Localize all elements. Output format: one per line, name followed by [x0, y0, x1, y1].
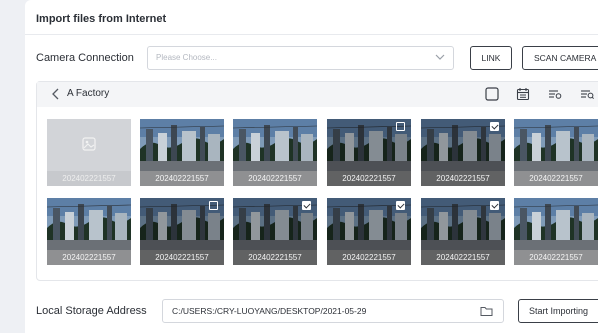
- chevron-left-icon[interactable]: [51, 88, 61, 100]
- thumbnail-caption: 202402221557: [140, 250, 224, 265]
- thumbnail-item[interactable]: 202402221557: [140, 198, 224, 265]
- chevron-down-icon: [435, 54, 445, 60]
- dialog-title: Import files from Internet: [36, 13, 167, 25]
- thumbnail-caption: 202402221557: [327, 171, 411, 186]
- select-checkbox-checked[interactable]: [396, 201, 405, 210]
- factory-photo: [514, 119, 598, 171]
- folder-name: A Factory: [67, 88, 110, 99]
- factory-photo: [140, 119, 224, 171]
- select-checkbox[interactable]: [209, 201, 218, 210]
- link-button[interactable]: LINK: [470, 46, 512, 70]
- thumbnail-caption: 202402221557: [514, 171, 598, 186]
- gallery-toolbar: [37, 82, 598, 107]
- start-importing-button[interactable]: Start Importing: [518, 299, 598, 323]
- thumbnail-item[interactable]: 202402221557: [421, 198, 505, 265]
- image-placeholder-icon: [82, 137, 96, 151]
- filter-list-icon[interactable]: [548, 87, 562, 101]
- thumbnail-caption: 202402221557: [140, 171, 224, 186]
- factory-photo: [47, 198, 131, 250]
- thumbnail-caption: 202402221557: [233, 171, 317, 186]
- select-checkbox-checked[interactable]: [490, 122, 499, 131]
- factory-photo: [514, 198, 598, 250]
- thumbnail-item[interactable]: 202402221557: [140, 119, 224, 186]
- thumbnail-caption: 202402221557: [47, 171, 131, 186]
- folder-icon[interactable]: [480, 305, 493, 317]
- thumbnail-item[interactable]: 202402221557: [233, 119, 317, 186]
- select-checkbox-checked[interactable]: [490, 201, 499, 210]
- thumbnail-caption: 202402221557: [421, 250, 505, 265]
- header-divider: [25, 34, 598, 35]
- thumbnail-item[interactable]: 202402221557: [47, 119, 131, 186]
- thumbnail-item[interactable]: 202402221557: [421, 119, 505, 186]
- select-all-checkbox-icon[interactable]: [485, 87, 499, 101]
- thumbnail-item[interactable]: 202402221557: [327, 119, 411, 186]
- thumbnail-caption: 202402221557: [421, 171, 505, 186]
- camera-connection-label: Camera Connection: [36, 52, 134, 64]
- thumbnail-item[interactable]: 202402221557: [514, 119, 598, 186]
- scan-camera-button[interactable]: SCAN CAMERA: [522, 46, 598, 70]
- select-checkbox[interactable]: [396, 122, 405, 131]
- storage-path-field[interactable]: C:/USERS:/CRY-LUOYANG/DESKTOP/2021-05-29: [162, 299, 504, 323]
- thumbnail-item[interactable]: 202402221557: [233, 198, 317, 265]
- calendar-icon[interactable]: [516, 87, 530, 101]
- thumbnail-caption: 202402221557: [233, 250, 317, 265]
- thumbnail-item[interactable]: 202402221557: [514, 198, 598, 265]
- storage-path-value: C:/USERS:/CRY-LUOYANG/DESKTOP/2021-05-29: [172, 306, 367, 316]
- thumbnail-caption: 202402221557: [514, 250, 598, 265]
- camera-select-placeholder: Please Choose...: [156, 53, 217, 62]
- storage-address-label: Local Storage Address: [36, 305, 147, 317]
- camera-select[interactable]: Please Choose...: [147, 46, 454, 70]
- thumbnail-item[interactable]: 202402221557: [327, 198, 411, 265]
- thumbnail-item[interactable]: 202402221557: [47, 198, 131, 265]
- factory-photo: [233, 119, 317, 171]
- sort-list-icon[interactable]: [580, 87, 594, 101]
- thumbnail-caption: 202402221557: [47, 250, 131, 265]
- thumbnail-caption: 202402221557: [327, 250, 411, 265]
- select-checkbox-checked[interactable]: [302, 201, 311, 210]
